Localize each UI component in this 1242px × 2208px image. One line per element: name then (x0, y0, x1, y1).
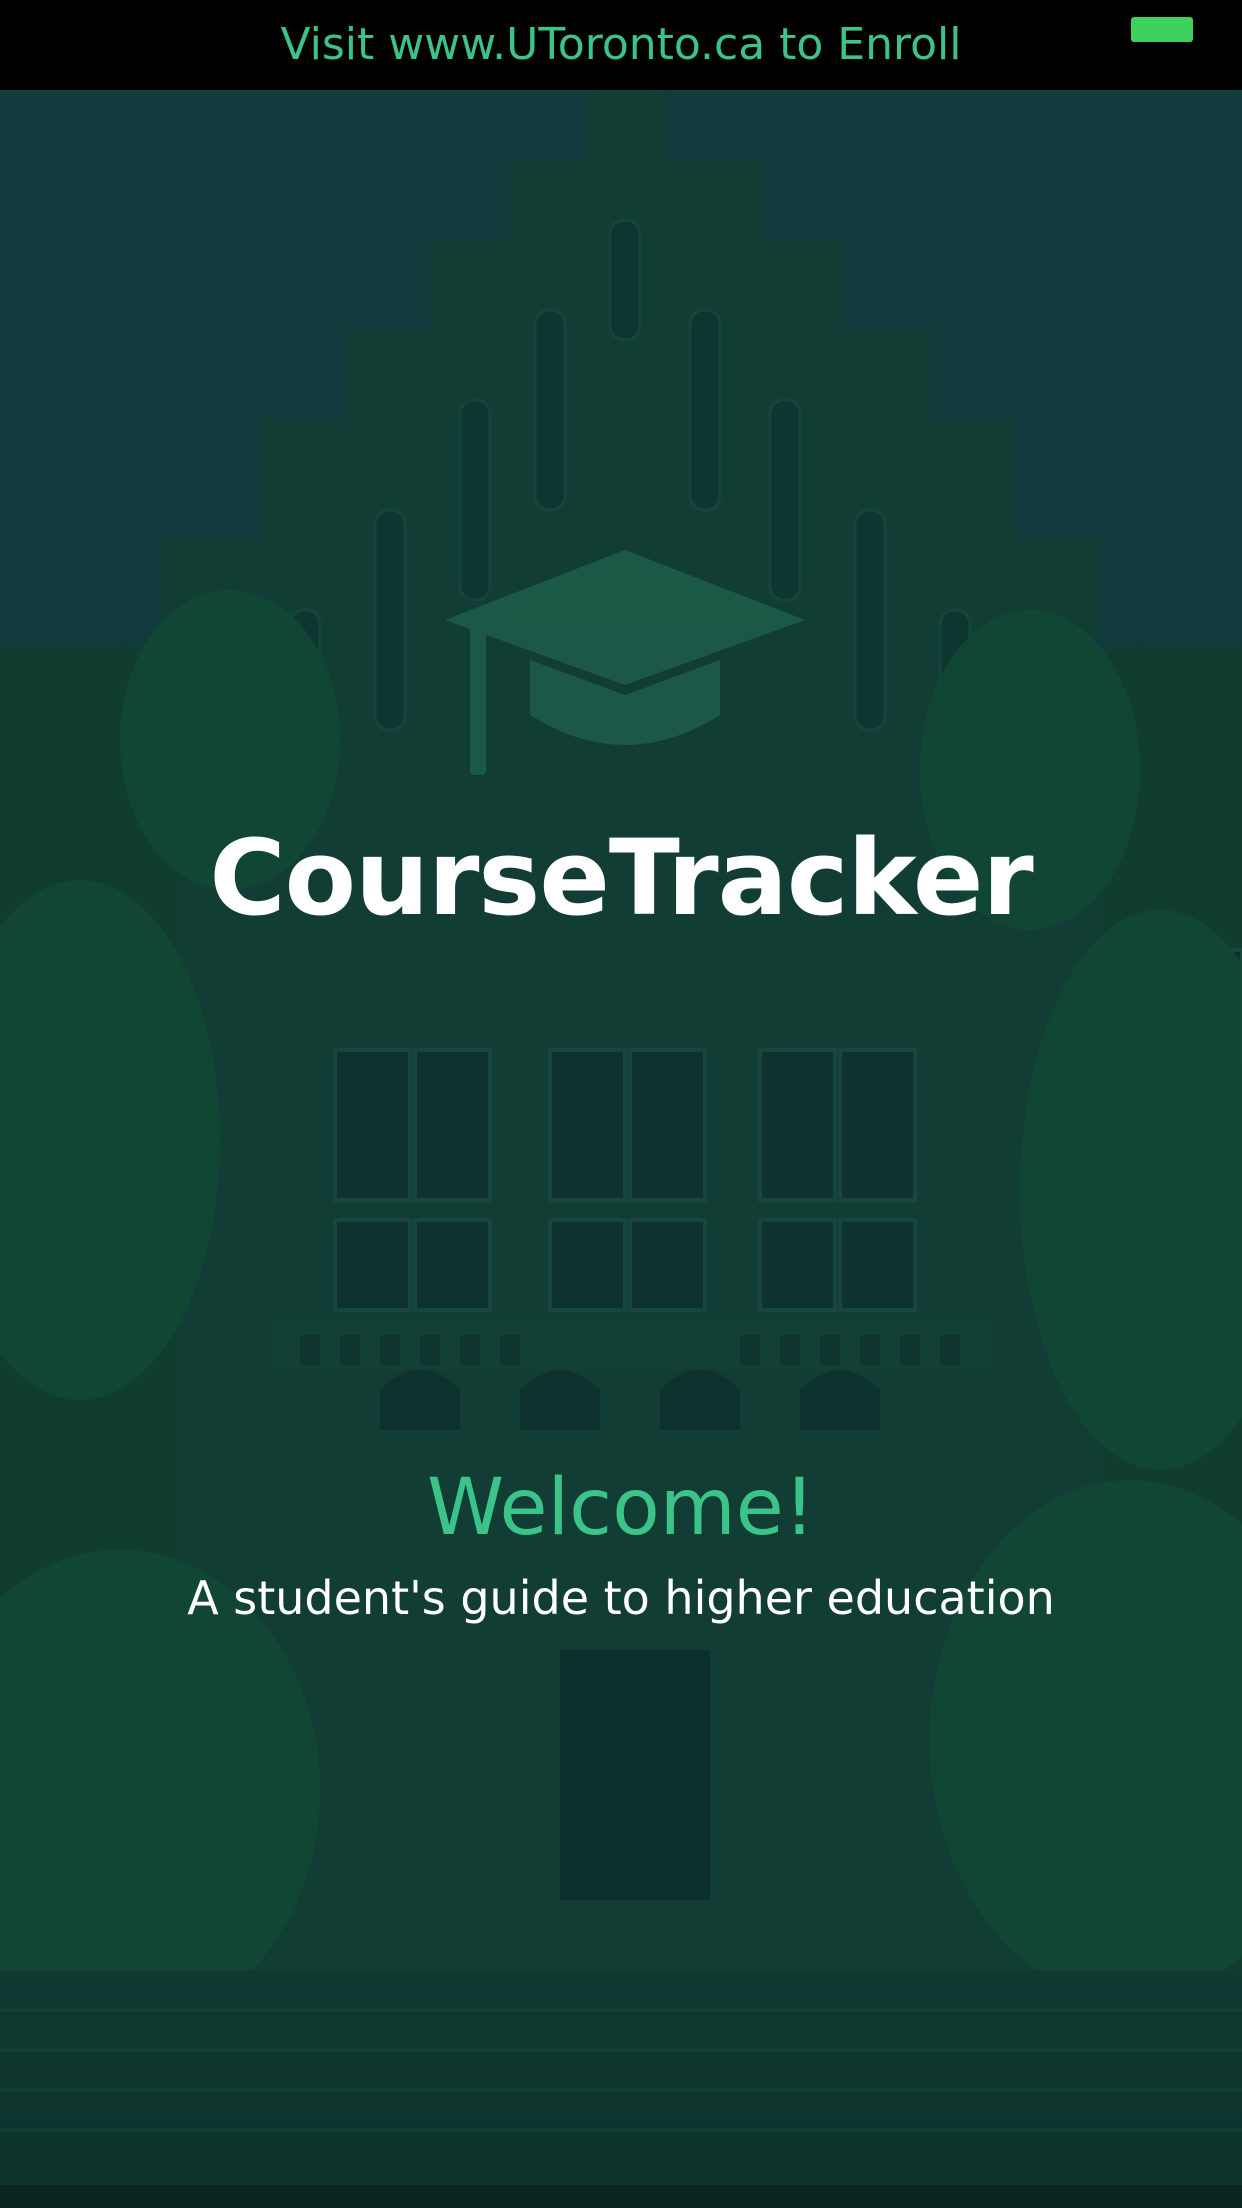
bottom-strip (0, 2185, 1242, 2208)
university-building-photo (0, 90, 1242, 2185)
app-title: CourseTracker (209, 817, 1033, 939)
battery-icon (1131, 17, 1193, 42)
welcome-heading: Welcome! (426, 1463, 816, 1553)
graduation-cap-icon (445, 550, 805, 775)
welcome-tagline: A student's guide to higher education (187, 1571, 1055, 1625)
top-banner: Visit www.UToronto.ca to Enroll (0, 0, 1242, 90)
enroll-banner-text[interactable]: Visit www.UToronto.ca to Enroll (0, 18, 1242, 72)
welcome-screen: Visit www.UToronto.ca to Enroll CourseTr… (0, 0, 1242, 2208)
